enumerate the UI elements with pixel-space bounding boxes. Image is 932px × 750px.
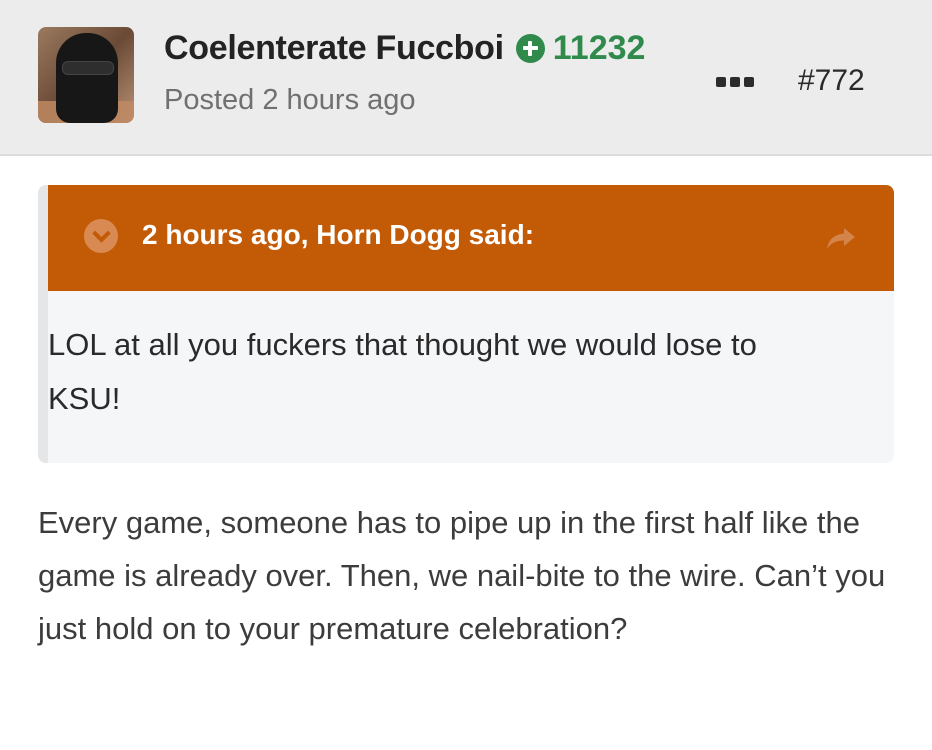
quote-left-bar	[38, 185, 48, 463]
quote-text: LOL at all you fuckers that thought we w…	[48, 327, 757, 416]
share-arrow-icon[interactable]	[824, 225, 858, 251]
author-row: Coelenterate Fuccboi 11232	[164, 26, 645, 70]
reputation-count[interactable]: 11232	[553, 29, 646, 68]
avatar[interactable]	[38, 27, 134, 123]
chevron-down-icon[interactable]	[84, 219, 118, 253]
quote-citation[interactable]: 2 hours ago, Horn Dogg said:	[142, 219, 534, 251]
ellipsis-icon[interactable]	[716, 76, 754, 88]
author-name[interactable]: Coelenterate Fuccboi	[164, 29, 504, 68]
plus-circle-icon	[515, 33, 545, 63]
post-timestamp: Posted 2 hours ago	[164, 84, 416, 116]
avatar-glasses	[62, 61, 114, 75]
quote-header: 2 hours ago, Horn Dogg said:	[48, 185, 894, 291]
avatar-hood	[56, 33, 118, 123]
post-number-link[interactable]: #772	[798, 64, 878, 98]
post-header: Coelenterate Fuccboi 11232 Posted 2 hour…	[0, 0, 932, 156]
post-body: Every game, someone has to pipe up in th…	[38, 505, 886, 646]
